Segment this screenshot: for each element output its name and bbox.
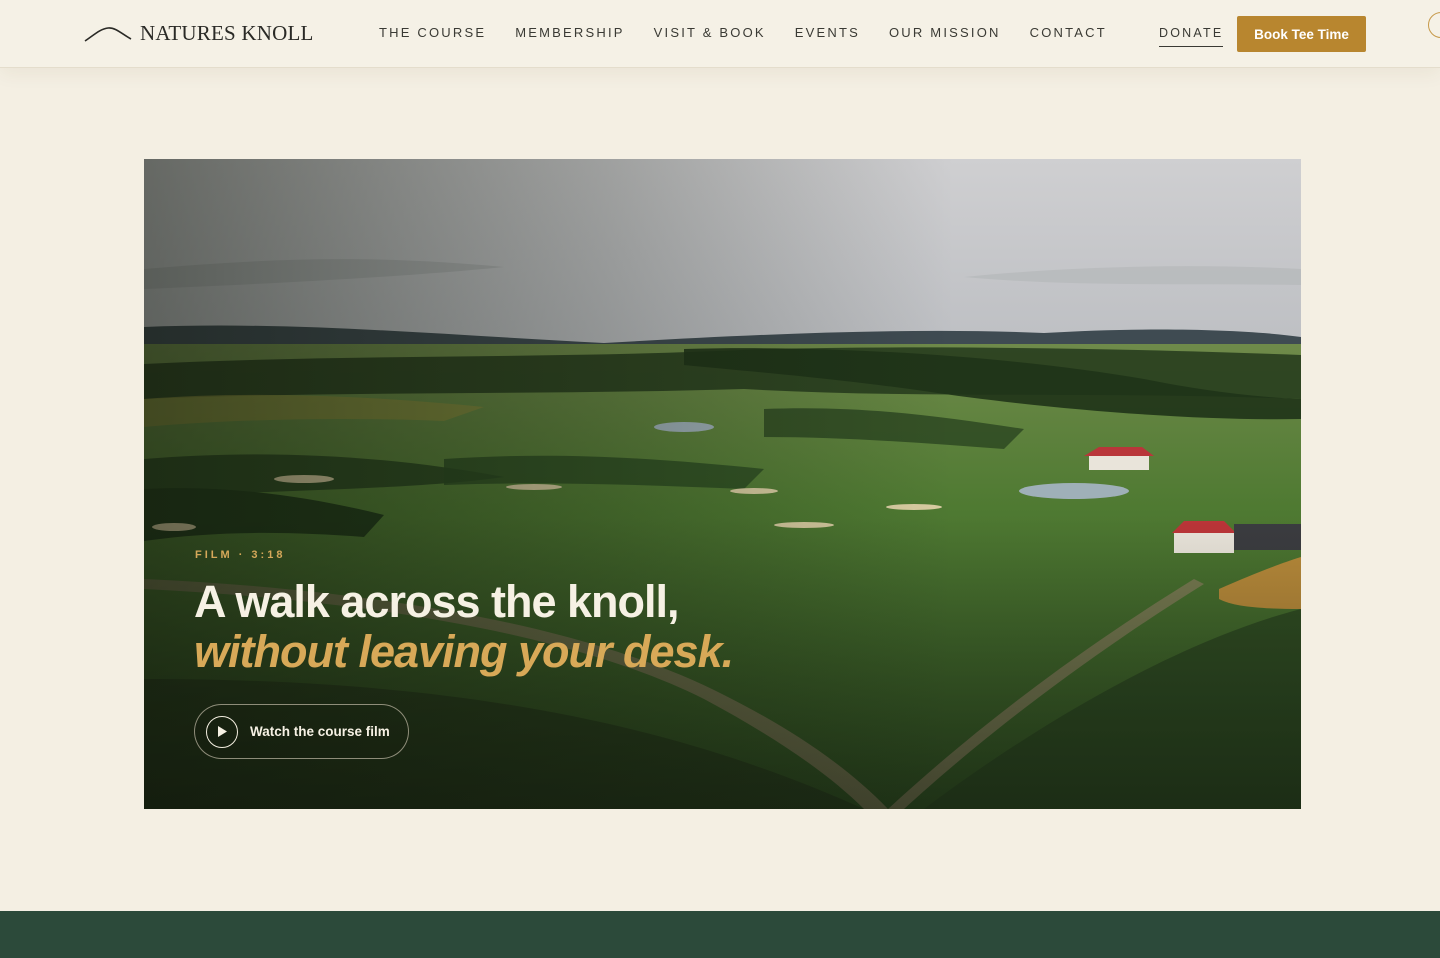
donate-link[interactable]: DONATE xyxy=(1159,25,1224,47)
hero-headline-accent: without leaving your desk. xyxy=(194,626,734,677)
nav-item-the-course[interactable]: THE COURSE xyxy=(379,24,486,42)
watch-film-label: Watch the course film xyxy=(250,724,390,739)
watch-film-button[interactable]: Watch the course film xyxy=(194,704,409,759)
book-tee-time-button[interactable]: Book Tee Time xyxy=(1237,16,1366,52)
hill-curve-icon xyxy=(84,27,132,42)
hero-headline: A walk across the knoll, xyxy=(194,576,680,627)
main-nav: THE COURSE MEMBERSHIP VISIT & BOOK EVENT… xyxy=(379,24,1136,42)
play-icon xyxy=(206,715,238,748)
partial-ring-icon xyxy=(1428,12,1440,38)
hero-video-panel: FILM · 3:18 A walk across the knoll, wit… xyxy=(144,159,1301,809)
film-eyebrow: FILM · 3:18 xyxy=(195,549,286,561)
nav-item-visit-book[interactable]: VISIT & BOOK xyxy=(654,24,766,42)
nav-item-contact[interactable]: CONTACT xyxy=(1030,24,1107,42)
brand-logo[interactable]: NATURES KNOLL xyxy=(84,20,314,46)
nav-item-our-mission[interactable]: OUR MISSION xyxy=(889,24,1001,42)
brand-name: NATURES KNOLL xyxy=(140,20,314,45)
nav-item-membership[interactable]: MEMBERSHIP xyxy=(515,24,624,42)
site-header: NATURES KNOLL THE COURSE MEMBERSHIP VISI… xyxy=(0,0,1440,68)
next-section-band xyxy=(0,911,1440,958)
nav-item-events[interactable]: EVENTS xyxy=(795,24,860,42)
